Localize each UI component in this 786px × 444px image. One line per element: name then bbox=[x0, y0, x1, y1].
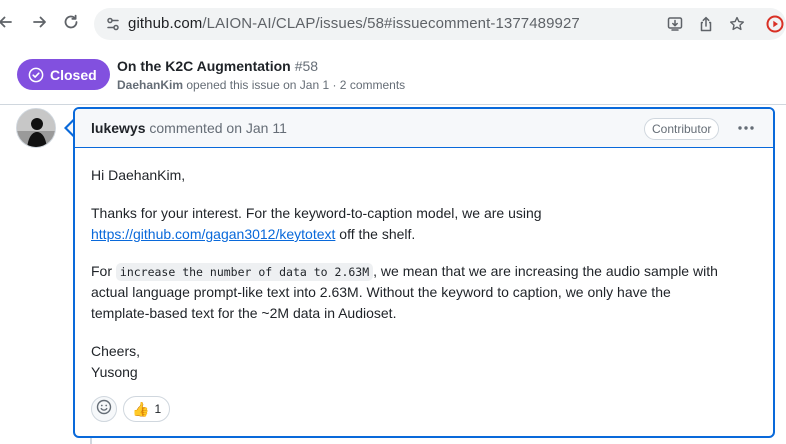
issue-header bbox=[0, 46, 786, 104]
reload-icon[interactable] bbox=[60, 11, 82, 33]
reaction-count: 1 bbox=[154, 402, 162, 416]
issue-state-label: Closed bbox=[50, 66, 97, 83]
forward-arrow-icon[interactable] bbox=[29, 11, 51, 33]
comment-paragraph-3-line-3: template-based text for the ~2M data in … bbox=[91, 305, 397, 321]
reactions-bar: 👍 1 bbox=[91, 396, 171, 422]
issue-author-link[interactable]: DaehanKim bbox=[117, 78, 183, 92]
back-arrow-icon[interactable] bbox=[0, 11, 16, 33]
address-bar[interactable]: github.com/LAION-AI/CLAP/issues/58#issue… bbox=[94, 8, 786, 40]
comment-greeting: Hi DaehanKim, bbox=[91, 167, 186, 183]
share-icon[interactable] bbox=[697, 15, 715, 33]
comment-header: lukewys commented on Jan 11 Contributor bbox=[75, 109, 773, 148]
issue-state-badge: Closed bbox=[17, 59, 110, 90]
url-text[interactable]: github.com/LAION-AI/CLAP/issues/58#issue… bbox=[128, 15, 580, 32]
issue-title-text: On the K2C Augmentation bbox=[117, 58, 291, 74]
comment-paragraph-3-rest: , we mean that we are increasing the aud… bbox=[373, 263, 718, 279]
browser-toolbar: github.com/LAION-AI/CLAP/issues/58#issue… bbox=[0, 0, 786, 47]
comment-box: lukewys commented on Jan 11 Contributor … bbox=[73, 107, 775, 438]
reaction-thumbs-up-button[interactable]: 👍 1 bbox=[123, 396, 171, 422]
comment-paragraph-3-line-2: actual language prompt-like text into 2.… bbox=[91, 284, 671, 300]
issue-meta-text: opened this issue on Jan 1 · 2 comments bbox=[186, 78, 406, 92]
issue-number: #58 bbox=[294, 58, 319, 74]
issue-title: On the K2C Augmentation #58 bbox=[117, 58, 318, 74]
comment-paragraph-3-line-1: For increase the number of data to 2.63M… bbox=[91, 261, 718, 283]
timeline-line bbox=[90, 438, 92, 444]
comment-author-line: lukewys commented on Jan 11 bbox=[91, 120, 287, 136]
comment-paragraph-2-line-2: https://github.com/gagan3012/keytotext o… bbox=[91, 224, 415, 245]
inline-code: increase the number of data to 2.63M bbox=[115, 263, 374, 281]
contributor-badge: Contributor bbox=[644, 118, 720, 140]
install-app-icon[interactable] bbox=[666, 15, 684, 33]
issue-meta: DaehanKim opened this issue on Jan 1 · 2… bbox=[117, 78, 405, 92]
site-info-icon[interactable] bbox=[106, 16, 120, 37]
smiley-icon bbox=[96, 399, 112, 420]
url-path: /LAION-AI/CLAP/issues/58#issuecomment-13… bbox=[202, 15, 580, 32]
comment-signoff: Cheers, bbox=[91, 343, 141, 359]
bookmark-star-icon[interactable] bbox=[728, 15, 746, 33]
check-circle-icon bbox=[28, 67, 44, 83]
comment-signature: Yusong bbox=[91, 364, 138, 380]
comment-paragraph-3-prefix: For bbox=[91, 263, 116, 279]
add-reaction-button[interactable] bbox=[91, 396, 117, 422]
comment-author-link[interactable]: lukewys bbox=[91, 120, 145, 136]
comment-paragraph-2-line-1: Thanks for your interest. For the keywor… bbox=[91, 205, 542, 221]
comment-timestamp[interactable]: commented on Jan 11 bbox=[149, 120, 287, 136]
keytotext-link[interactable]: https://github.com/gagan3012/keytotext bbox=[91, 226, 335, 242]
avatar[interactable] bbox=[16, 108, 56, 148]
thumbs-up-icon: 👍 bbox=[132, 401, 150, 417]
url-host: github.com bbox=[128, 15, 203, 32]
kebab-menu-icon[interactable] bbox=[735, 118, 757, 138]
comment-paragraph-2-tail: off the shelf. bbox=[335, 226, 416, 242]
header-divider bbox=[0, 104, 786, 105]
extension-icon[interactable] bbox=[766, 15, 784, 33]
